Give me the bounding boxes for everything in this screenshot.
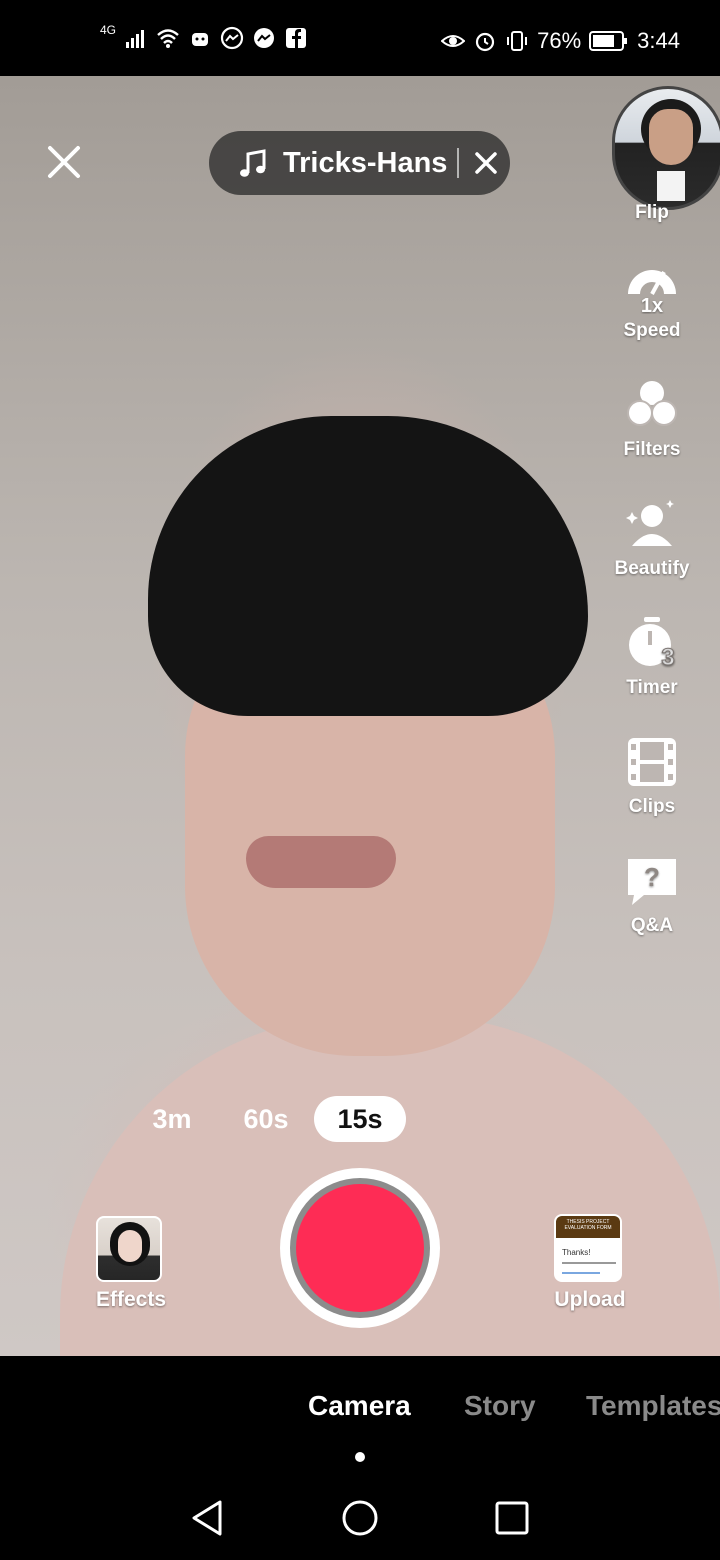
film-strip-icon — [628, 738, 676, 786]
effects-thumb-face — [118, 1230, 142, 1262]
tab-templates[interactable]: Templates — [586, 1390, 720, 1422]
music-note-icon — [240, 149, 266, 177]
tab-camera[interactable]: Camera — [308, 1390, 411, 1422]
effects-button[interactable]: Effects — [96, 1216, 166, 1312]
android-icon — [192, 33, 209, 46]
subject-lips — [246, 836, 396, 888]
duration-3m[interactable]: 3m — [140, 1096, 204, 1142]
effects-label: Effects — [96, 1288, 167, 1311]
upload-thumb-title: THESIS PROJECT EVALUATION FORM — [564, 1219, 612, 1231]
upload-thumbnail: THESIS PROJECT EVALUATION FORM Thanks! — [554, 1214, 622, 1282]
camera-screen: 4G 76% 3:44 Tricks-Hans Flip 1x Speed Fi… — [0, 0, 720, 1560]
subject-hair — [148, 416, 588, 716]
timer-icon: 3 — [629, 617, 675, 671]
record-button[interactable] — [280, 1168, 440, 1328]
network-type: 4G — [100, 23, 117, 37]
facebook-icon — [286, 28, 307, 48]
close-icon — [48, 146, 80, 178]
sound-divider — [457, 148, 460, 178]
clips-label: Clips — [628, 796, 676, 817]
beautify-button[interactable]: Beautify — [604, 496, 700, 580]
alarm-icon — [476, 32, 495, 52]
flip-label: Flip — [635, 202, 669, 223]
active-tab-indicator — [355, 1452, 365, 1462]
signal-icon — [126, 30, 145, 48]
svg-text:?: ? — [644, 862, 660, 892]
close-camera-button[interactable] — [42, 140, 86, 184]
speed-label: Speed — [623, 320, 681, 341]
battery-icon — [589, 31, 628, 51]
status-left: 4G — [100, 23, 308, 50]
battery-percent: 76% — [537, 28, 582, 53]
upload-thumb-link — [562, 1272, 600, 1274]
system-nav-bar — [0, 1476, 720, 1560]
status-bar: 4G 76% 3:44 — [0, 0, 720, 76]
effects-thumbnail — [96, 1216, 162, 1282]
thumb-face — [649, 109, 693, 165]
upload-thumb-text: Thanks! — [562, 1248, 591, 1257]
filters-icon — [627, 381, 677, 426]
speed-button[interactable]: 1x Speed — [604, 258, 700, 342]
beautify-icon — [626, 500, 674, 546]
duration-60s[interactable]: 60s — [230, 1096, 302, 1142]
upload-thumb-header: THESIS PROJECT EVALUATION FORM — [556, 1216, 620, 1238]
filters-label: Filters — [623, 439, 681, 460]
home-icon[interactable] — [338, 1496, 382, 1540]
clips-button[interactable]: Clips — [604, 734, 700, 818]
timer-value: 3 — [661, 644, 674, 671]
upload-label: Upload — [554, 1288, 626, 1311]
status-right: 76% 3:44 — [441, 28, 680, 54]
messenger-icon — [254, 28, 275, 48]
vibrate-icon — [507, 31, 528, 51]
close-icon — [475, 152, 498, 174]
timer-label: Timer — [626, 677, 678, 698]
duration-15s[interactable]: 15s — [314, 1096, 406, 1142]
sound-title: Tricks-Hans — [283, 146, 448, 179]
remove-sound-button[interactable] — [471, 148, 501, 178]
back-icon[interactable] — [186, 1496, 230, 1540]
eye-icon — [441, 35, 466, 47]
add-sound-pill[interactable]: Tricks-Hans — [209, 131, 510, 195]
tab-story[interactable]: Story — [464, 1390, 536, 1422]
duration-selector: 3m 60s 15s — [0, 1096, 720, 1142]
messenger-icon — [220, 26, 244, 50]
upload-thumb-line — [562, 1262, 616, 1264]
flip-camera-thumbnail[interactable] — [612, 86, 720, 210]
filters-button[interactable]: Filters — [604, 377, 700, 461]
qa-button[interactable]: ? Q&A — [604, 853, 700, 937]
wifi-icon — [157, 29, 179, 48]
speed-value: 1x — [641, 295, 663, 314]
speedometer-icon: 1x — [628, 270, 676, 314]
record-core — [296, 1184, 424, 1312]
mode-tabs: Camera Story Templates — [0, 1356, 720, 1466]
question-bubble-icon: ? — [628, 859, 676, 905]
thumb-collar — [657, 171, 685, 201]
clock: 3:44 — [637, 28, 680, 53]
qa-label: Q&A — [630, 915, 674, 936]
recents-icon[interactable] — [490, 1496, 534, 1540]
timer-button[interactable]: 3 Timer — [604, 615, 700, 699]
flip-button[interactable]: Flip — [604, 202, 700, 224]
beautify-label: Beautify — [614, 558, 690, 579]
upload-button[interactable]: THESIS PROJECT EVALUATION FORM Thanks! U… — [554, 1214, 626, 1312]
